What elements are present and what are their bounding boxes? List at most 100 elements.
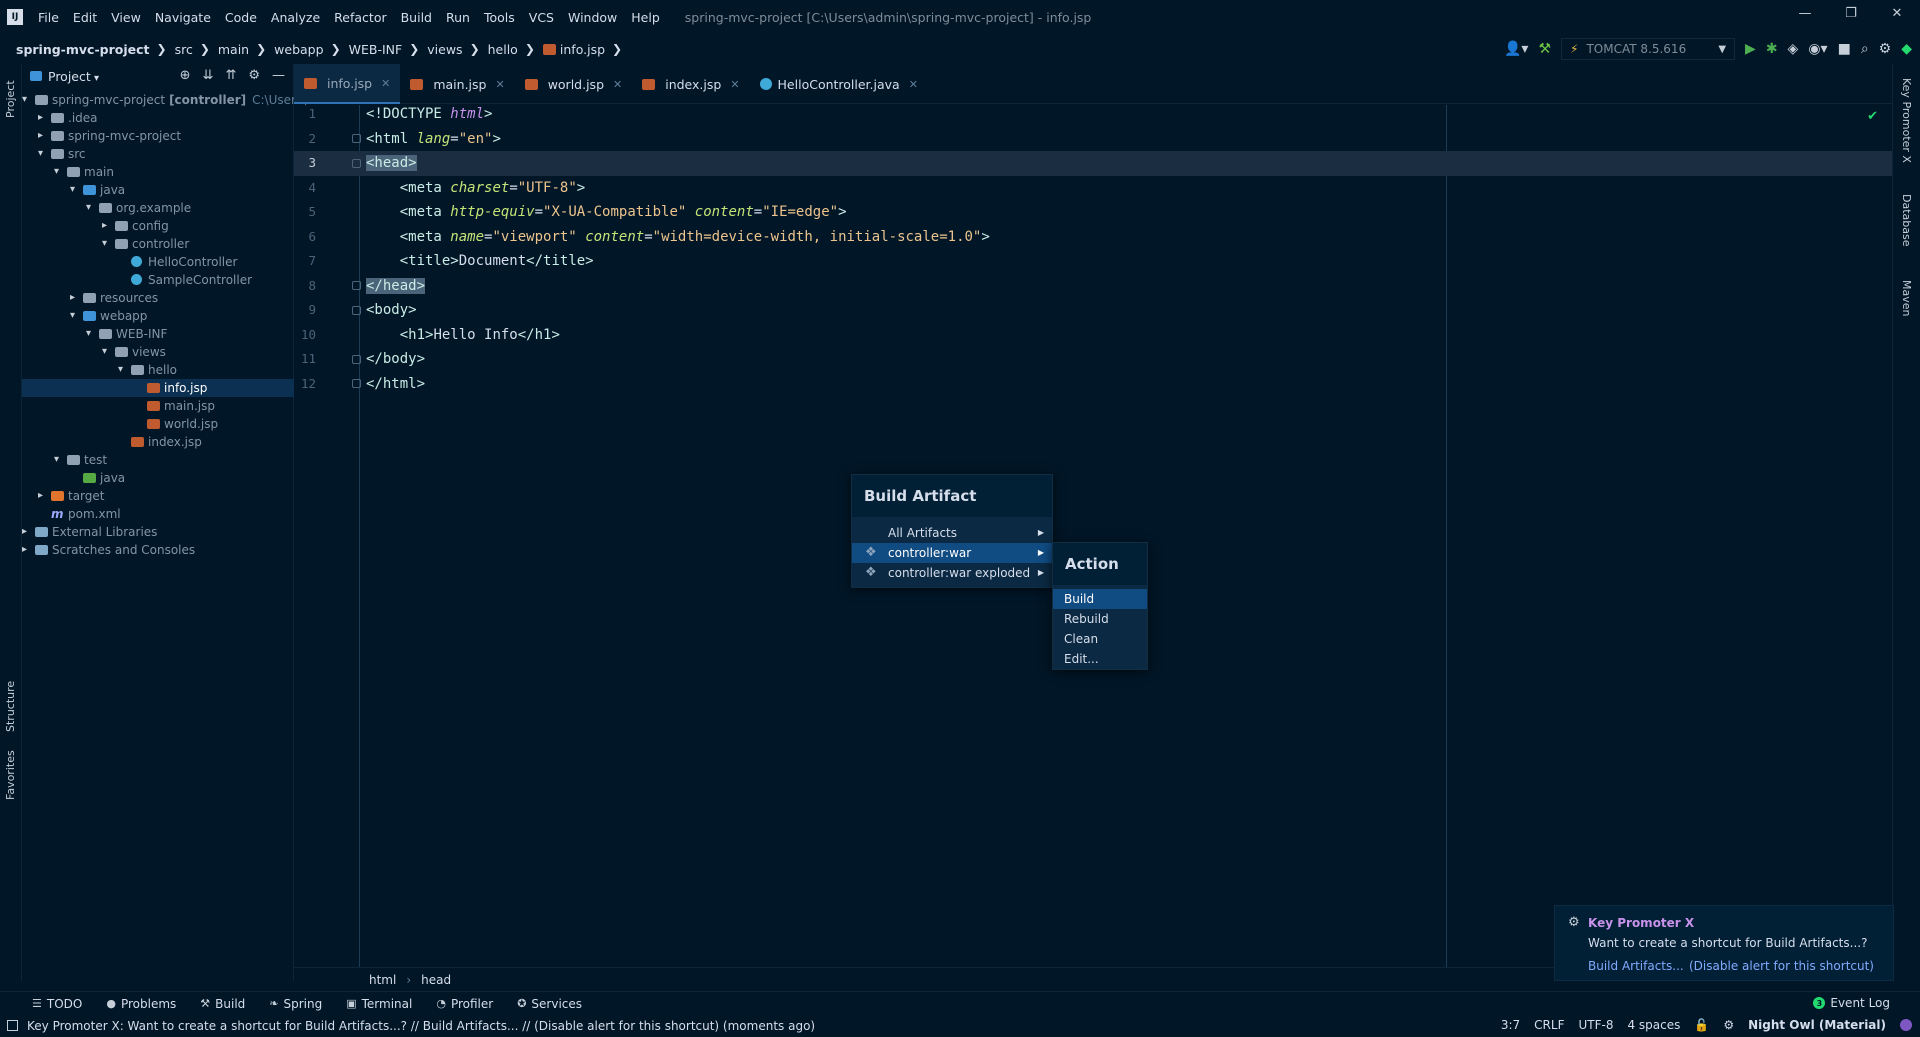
fold-marker-icon[interactable] bbox=[352, 158, 361, 168]
search-icon[interactable]: ⌕ bbox=[1861, 41, 1869, 57]
tree-item[interactable]: ▸ config bbox=[22, 217, 294, 235]
build-tool-button[interactable]: ⚒ Build bbox=[200, 997, 245, 1011]
gear-icon[interactable]: ⚙ bbox=[248, 68, 260, 83]
menu-code[interactable]: Code bbox=[218, 10, 264, 25]
menu-file[interactable]: File bbox=[31, 10, 66, 25]
tree-item[interactable]: ▸ Scratches and Consoles bbox=[22, 541, 294, 559]
chevron-right-icon[interactable]: ▸ bbox=[22, 541, 27, 559]
fold-marker-icon[interactable] bbox=[352, 305, 361, 315]
close-tab-icon[interactable]: ✕ bbox=[495, 78, 504, 91]
code-line[interactable]: 10 <h1>Hello Info</h1> bbox=[294, 323, 1892, 348]
fold-marker-icon[interactable] bbox=[352, 281, 361, 291]
breadcrumb-file[interactable]: info.jsp bbox=[535, 42, 605, 57]
menu-refactor[interactable]: Refactor bbox=[327, 10, 393, 25]
chevron-down-icon[interactable]: ▾ bbox=[118, 361, 123, 379]
breadcrumb-project[interactable]: spring-mvc-project bbox=[0, 42, 150, 57]
code-line[interactable]: 4 <meta charset="UTF-8"> bbox=[294, 176, 1892, 201]
tree-item[interactable]: index.jsp bbox=[22, 433, 294, 451]
coverage-icon[interactable]: ◈ bbox=[1788, 41, 1799, 57]
theme-name[interactable]: Night Owl (Material) bbox=[1748, 1018, 1886, 1032]
chevron-right-icon[interactable]: ▸ bbox=[38, 127, 43, 145]
caret-position[interactable]: 3:7 bbox=[1501, 1018, 1520, 1032]
tree-item[interactable]: SampleController bbox=[22, 271, 294, 289]
project-view-selector[interactable]: Project bbox=[48, 69, 99, 84]
todo-tool-button[interactable]: ☰ TODO bbox=[32, 997, 82, 1011]
close-tab-icon[interactable]: ✕ bbox=[613, 78, 622, 91]
close-window-button[interactable]: ✕ bbox=[1874, 0, 1920, 30]
terminal-tool-button[interactable]: ▣ Terminal bbox=[346, 997, 412, 1011]
breadcrumb-webapp[interactable]: webapp bbox=[266, 42, 323, 57]
editor-tab[interactable]: world.jsp ✕ bbox=[515, 64, 633, 104]
file-encoding[interactable]: UTF-8 bbox=[1578, 1018, 1613, 1032]
fold-marker-icon[interactable] bbox=[352, 354, 361, 364]
toggle-tool-windows-icon[interactable] bbox=[7, 1020, 18, 1031]
close-tab-icon[interactable]: ✕ bbox=[381, 77, 390, 90]
hide-icon[interactable]: — bbox=[272, 68, 285, 83]
build-artifacts-link[interactable]: Build Artifacts... bbox=[1588, 959, 1684, 973]
chevron-right-icon[interactable]: ▸ bbox=[38, 109, 43, 127]
spring-tool-button[interactable]: ❧ Spring bbox=[269, 997, 322, 1011]
action-item[interactable]: Build bbox=[1053, 589, 1147, 609]
key-promoter-tool-button[interactable]: Key Promoter X bbox=[1900, 78, 1913, 163]
tree-item[interactable]: HelloController bbox=[22, 253, 294, 271]
tree-item[interactable]: ▾ webapp bbox=[22, 307, 294, 325]
profile-icon[interactable]: ◉▾ bbox=[1808, 41, 1827, 57]
debug-icon[interactable]: ✱ bbox=[1766, 41, 1778, 57]
artifact-item[interactable]: ❖ controller:war ▶ bbox=[852, 543, 1052, 563]
status-message[interactable]: Key Promoter X: Want to create a shortcu… bbox=[27, 1019, 815, 1033]
menu-build[interactable]: Build bbox=[394, 10, 439, 25]
code-line[interactable]: 2 <html lang="en"> bbox=[294, 127, 1892, 152]
chevron-down-icon[interactable]: ▾ bbox=[70, 307, 75, 325]
fold-marker-icon[interactable] bbox=[352, 379, 361, 389]
tree-item[interactable]: ▾ org.example bbox=[22, 199, 294, 217]
tree-item[interactable]: m pom.xml bbox=[22, 505, 294, 523]
git-icon[interactable]: ⚙ bbox=[1723, 1018, 1734, 1032]
menu-vcs[interactable]: VCS bbox=[522, 10, 561, 25]
breadcrumb-main[interactable]: main bbox=[210, 42, 249, 57]
locate-icon[interactable]: ⊕ bbox=[180, 68, 191, 83]
indent-setting[interactable]: 4 spaces bbox=[1627, 1018, 1680, 1032]
menu-view[interactable]: View bbox=[104, 10, 148, 25]
menu-window[interactable]: Window bbox=[561, 10, 624, 25]
code-editor[interactable]: ✔ 1 <!DOCTYPE html> 2 <html lang="en"> 3 <hea… bbox=[294, 105, 1892, 967]
code-line[interactable]: 6 <meta name="viewport" content="width=d… bbox=[294, 225, 1892, 250]
breadcrumb-hello[interactable]: hello bbox=[480, 42, 518, 57]
menu-run[interactable]: Run bbox=[439, 10, 477, 25]
code-line[interactable]: 5 <meta http-equiv="X-UA-Compatible" con… bbox=[294, 200, 1892, 225]
menu-navigate[interactable]: Navigate bbox=[148, 10, 218, 25]
tree-item[interactable]: main.jsp bbox=[22, 397, 294, 415]
breadcrumb-src[interactable]: src bbox=[167, 42, 193, 57]
tree-item[interactable]: ▸ spring-mvc-project bbox=[22, 127, 294, 145]
code-line[interactable]: 7 <title>Document</title> bbox=[294, 249, 1892, 274]
chevron-down-icon[interactable]: ▾ bbox=[102, 343, 107, 361]
maven-tool-button[interactable]: Maven bbox=[1900, 280, 1913, 316]
chevron-down-icon[interactable]: ▾ bbox=[102, 235, 107, 253]
artifact-item[interactable]: All Artifacts ▶ bbox=[852, 523, 1052, 543]
event-log-button[interactable]: 3 Event Log bbox=[1813, 996, 1890, 1010]
tree-item[interactable]: ▸ .idea bbox=[22, 109, 294, 127]
profiler-tool-button[interactable]: ◔ Profiler bbox=[436, 997, 493, 1011]
tree-item[interactable]: ▸ resources bbox=[22, 289, 294, 307]
tree-item[interactable]: ▾ WEB-INF bbox=[22, 325, 294, 343]
tree-item[interactable]: ▾ controller bbox=[22, 235, 294, 253]
tree-item[interactable]: info.jsp bbox=[22, 379, 294, 397]
breadcrumb-web-inf[interactable]: WEB-INF bbox=[341, 42, 403, 57]
favorites-tool-button[interactable]: Favorites bbox=[4, 750, 17, 800]
chevron-down-icon[interactable]: ▾ bbox=[54, 451, 59, 469]
structure-tool-button[interactable]: Structure bbox=[4, 681, 17, 732]
minimize-button[interactable]: — bbox=[1782, 0, 1828, 30]
tree-item[interactable]: ▸ External Libraries bbox=[22, 523, 294, 541]
action-item[interactable]: Rebuild bbox=[1053, 609, 1147, 629]
code-line[interactable]: 9 <body> bbox=[294, 298, 1892, 323]
tree-item[interactable]: ▾ src bbox=[22, 145, 294, 163]
build-hammer-icon[interactable]: ⚒ bbox=[1538, 41, 1551, 57]
code-line[interactable]: 1 <!DOCTYPE html> bbox=[294, 102, 1892, 127]
project-tool-button[interactable]: Project bbox=[4, 80, 17, 118]
editor-tab[interactable]: info.jsp ✕ bbox=[294, 64, 401, 104]
tree-item[interactable]: ▾ main bbox=[22, 163, 294, 181]
editor-tab[interactable]: HelloController.java ✕ bbox=[750, 64, 928, 104]
disable-alert-link[interactable]: (Disable alert for this shortcut) bbox=[1689, 959, 1874, 973]
chevron-right-icon[interactable]: ▸ bbox=[102, 217, 107, 235]
chevron-down-icon[interactable]: ▾ bbox=[38, 145, 43, 163]
user-icon[interactable]: 👤▾ bbox=[1504, 41, 1528, 57]
